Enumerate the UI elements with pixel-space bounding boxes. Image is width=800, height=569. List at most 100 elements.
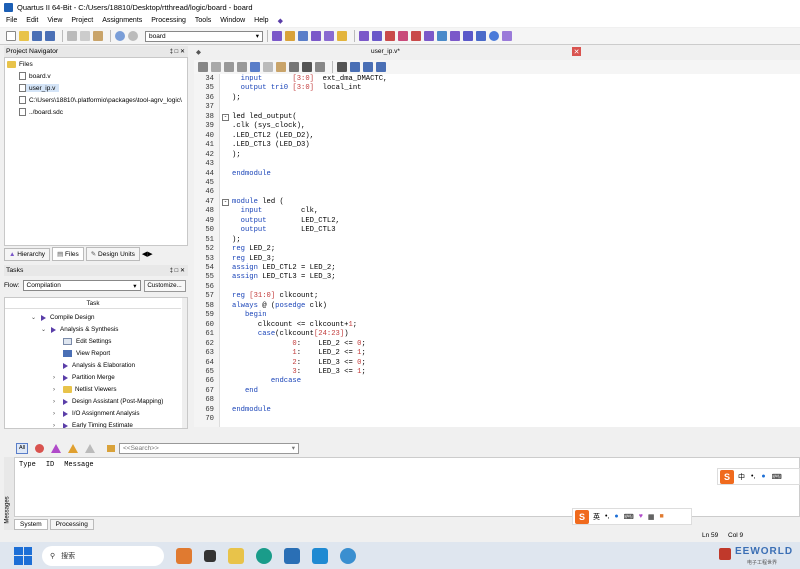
menu-assignments[interactable]: Assignments: [102, 17, 142, 24]
column-message[interactable]: Message: [64, 461, 93, 469]
widgets-icon[interactable]: [176, 547, 192, 564]
chevron-right-icon[interactable]: ›: [53, 423, 59, 429]
menu-project[interactable]: Project: [71, 17, 93, 24]
messages-side-tab[interactable]: Messages: [4, 457, 14, 530]
chevron-right-icon[interactable]: ›: [53, 399, 59, 405]
ime-language-2[interactable]: 英: [593, 512, 600, 522]
save-icon[interactable]: [32, 31, 42, 41]
chevron-down-icon[interactable]: ⌄: [31, 314, 37, 321]
assignment-editor-icon[interactable]: [298, 31, 308, 41]
bookmark-icon[interactable]: [250, 62, 260, 72]
file-item[interactable]: ../board.sdc: [19, 108, 63, 116]
taskbar-search-input[interactable]: ⚲ 搜索: [42, 545, 164, 566]
windows-start-icon[interactable]: [14, 546, 32, 565]
help-search-icon[interactable]: ◆: [278, 17, 283, 25]
layout-icon[interactable]: [376, 62, 386, 72]
punctuation-icon[interactable]: •,: [751, 473, 755, 480]
chip-icon[interactable]: [450, 31, 460, 41]
vscode-icon[interactable]: [312, 547, 328, 564]
whats-this-icon[interactable]: [502, 31, 512, 41]
microphone-icon[interactable]: ●: [761, 473, 765, 480]
goto-line-icon[interactable]: [337, 62, 347, 72]
fold-toggle-icon[interactable]: -: [222, 198, 229, 206]
chip-planner-icon[interactable]: [272, 31, 282, 41]
undo-icon[interactable]: [115, 31, 125, 41]
pin-planner-icon[interactable]: [311, 31, 321, 41]
menu-edit[interactable]: Edit: [26, 17, 38, 24]
wizard-icon[interactable]: [285, 31, 295, 41]
tab-hierarchy[interactable]: ▲ Hierarchy: [4, 247, 51, 261]
toolbox-icon[interactable]: ■: [660, 513, 664, 520]
tab-design-units[interactable]: ✎ Design Units: [85, 247, 140, 261]
ime-language[interactable]: 中: [738, 472, 745, 482]
message-search-input[interactable]: <<Search>> ▾: [119, 442, 299, 454]
chevron-right-icon[interactable]: ›: [53, 375, 59, 381]
task-item[interactable]: › Early Timing Estimate: [53, 422, 133, 429]
copy-icon[interactable]: [80, 31, 90, 41]
task-item[interactable]: › Partition Merge: [53, 374, 115, 381]
menu-processing[interactable]: Processing: [151, 17, 186, 24]
keyboard-icon[interactable]: ⌨: [624, 513, 634, 521]
design-partition-icon[interactable]: [463, 31, 473, 41]
file-item[interactable]: C:\Users\18810\.platformio\packages\tool…: [19, 96, 182, 104]
keyboard-icon[interactable]: ⌨: [772, 473, 782, 481]
close-icon[interactable]: ✕: [572, 47, 581, 56]
task-item[interactable]: ⌄ Analysis & Synthesis: [41, 326, 118, 333]
flag-icon[interactable]: [107, 444, 115, 452]
case-icon[interactable]: [315, 62, 325, 72]
error-filter-icon[interactable]: [35, 443, 44, 453]
programmer-icon[interactable]: [437, 31, 447, 41]
microphone-icon[interactable]: ●: [614, 513, 618, 520]
line-numbers-icon[interactable]: [289, 62, 299, 72]
ime-toolbar-2[interactable]: S 英 •, ● ⌨ ♥ ▦ ■: [572, 508, 692, 525]
column-type[interactable]: Type: [19, 461, 36, 469]
chevron-right-icon[interactable]: ›: [53, 411, 59, 417]
punctuation-icon[interactable]: •,: [605, 513, 609, 520]
task-item[interactable]: ⌄ Compile Design: [31, 314, 94, 321]
timing-analyzer-icon[interactable]: [398, 31, 408, 41]
file-item[interactable]: board.v: [19, 72, 51, 80]
redo-icon[interactable]: [128, 31, 138, 41]
comment-icon[interactable]: [263, 62, 273, 72]
analysis-synthesis-icon[interactable]: [372, 31, 382, 41]
editor-tab-label[interactable]: user_ip.v*: [371, 48, 400, 55]
help-icon[interactable]: [489, 31, 499, 41]
files-root[interactable]: Files: [7, 61, 33, 68]
menu-view[interactable]: View: [47, 17, 62, 24]
critical-warning-filter-icon[interactable]: [51, 443, 61, 453]
ime-toolbar[interactable]: S 中 •, ● ⌨: [717, 468, 800, 485]
fold-toggle-icon[interactable]: -: [222, 113, 229, 121]
info-filter-icon[interactable]: [85, 443, 95, 453]
task-item[interactable]: › Netlist Viewers: [53, 386, 117, 393]
tab-system[interactable]: System: [14, 519, 48, 530]
tab-files[interactable]: ▤ Files: [52, 247, 84, 261]
split-view-icon[interactable]: [350, 62, 360, 72]
new-file-icon[interactable]: [6, 31, 16, 41]
task-item[interactable]: › Design Assistant (Post-Mapping): [53, 398, 163, 405]
file-explorer-icon[interactable]: [228, 547, 244, 564]
power-analyzer-icon[interactable]: [476, 31, 486, 41]
task-item[interactable]: Edit Settings: [63, 338, 111, 345]
menu-window[interactable]: Window: [220, 17, 245, 24]
filter-all-button[interactable]: All: [16, 442, 28, 454]
unindent-icon[interactable]: [237, 62, 247, 72]
settings-icon[interactable]: [324, 31, 334, 41]
stop-icon[interactable]: [385, 31, 395, 41]
chevron-down-icon[interactable]: ⌄: [41, 326, 47, 333]
save-all-icon[interactable]: [45, 31, 55, 41]
panel-controls-icon[interactable]: ‡ □ ✕: [170, 267, 188, 274]
warning-filter-icon[interactable]: [68, 443, 78, 453]
indent-icon[interactable]: [224, 62, 234, 72]
uncomment-icon[interactable]: [276, 62, 286, 72]
find-icon[interactable]: [211, 62, 221, 72]
paste-icon[interactable]: [93, 31, 103, 41]
rtl-viewer-icon[interactable]: [411, 31, 421, 41]
compile-analysis-icon[interactable]: [337, 31, 347, 41]
open-file-icon[interactable]: [19, 31, 29, 41]
menu-help[interactable]: Help: [254, 17, 268, 24]
start-compilation-icon[interactable]: [359, 31, 369, 41]
netlist-icon[interactable]: [424, 31, 434, 41]
flow-select[interactable]: Compilation ▾: [22, 280, 141, 291]
code-editor[interactable]: 34 35 36 37 38 39 40 41 42 43 44 45 46 47 48 49 50 51 52 53…: [194, 74, 800, 427]
column-id[interactable]: ID: [46, 461, 54, 469]
